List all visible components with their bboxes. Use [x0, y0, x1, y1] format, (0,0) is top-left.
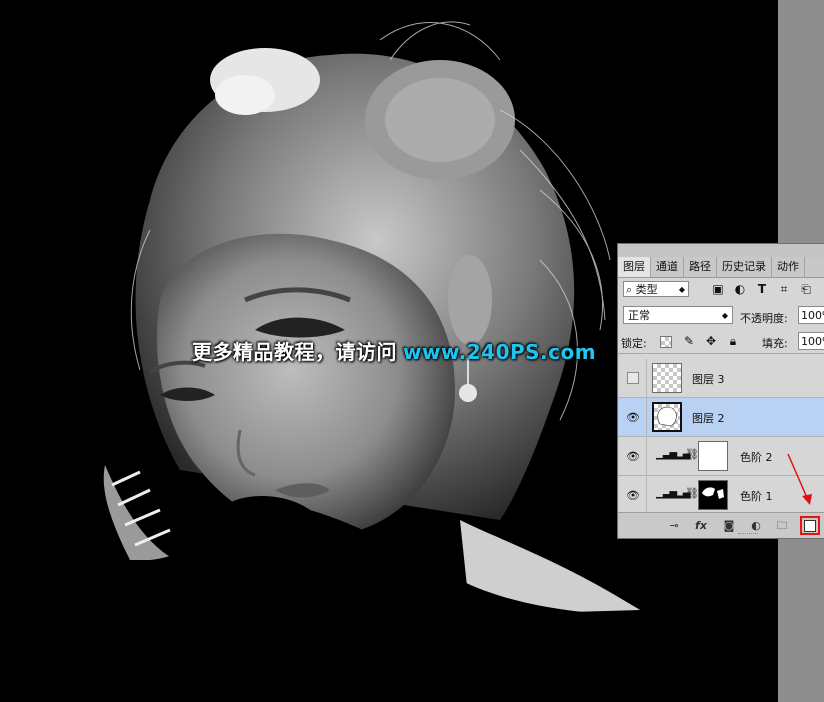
eye-icon: 👁︎ — [626, 450, 640, 463]
new-layer-button[interactable] — [800, 516, 820, 535]
tab-layers[interactable]: 图层 — [618, 257, 651, 277]
watermark-url: www.240PS.com — [403, 340, 597, 364]
layer-row-layer-2[interactable]: 👁︎ 图层 2 — [618, 398, 824, 437]
mask-thumbnail[interactable] — [698, 480, 728, 510]
adjustment-filter-icon[interactable]: ◐ — [733, 282, 747, 296]
tab-paths[interactable]: 路径 — [684, 257, 717, 277]
mask-shape — [702, 487, 724, 499]
lock-label: 锁定: — [621, 337, 647, 350]
filter-row: ⌕ 类型 ◆ ▣ ◐ T ⌗ ⎗ — [618, 278, 824, 302]
dropdown-arrow-icon: ◆ — [721, 311, 728, 320]
visibility-toggle[interactable]: 👁︎ — [618, 476, 647, 514]
tab-actions[interactable]: 动作 — [772, 257, 805, 277]
annotation-arrow — [787, 453, 812, 505]
lock-row: 锁定: ✎ ✥ 🔒︎ 填充: 100% — [618, 329, 824, 354]
fx-icon[interactable]: fx — [693, 518, 709, 534]
thumbnail-silhouette — [657, 406, 677, 427]
new-group-icon[interactable]: 🗀︎ — [774, 518, 790, 534]
eye-icon: 👁︎ — [626, 489, 640, 502]
smart-object-filter-icon[interactable]: ⎗ — [799, 282, 813, 296]
tab-channels[interactable]: 通道 — [651, 257, 684, 277]
mask-thumbnail[interactable] — [698, 441, 728, 471]
new-layer-icon — [804, 520, 816, 532]
panel-tabs: 图层 通道 路径 历史记录 动作 — [618, 257, 824, 278]
layer-thumbnail — [652, 402, 682, 432]
blend-row: 正常 ◆ 不透明度: 100% — [618, 303, 824, 327]
link-layers-icon[interactable]: ⊸ — [666, 518, 682, 534]
text-filter-icon[interactable]: T — [755, 282, 769, 296]
layer-name[interactable]: 图层 3 — [692, 371, 725, 387]
filter-type-label: 类型 — [635, 283, 658, 296]
blend-mode-select[interactable]: 正常 ◆ — [623, 306, 733, 324]
layer-name[interactable]: 色阶 2 — [740, 449, 773, 465]
tab-history[interactable]: 历史记录 — [717, 257, 772, 277]
watermark-chinese: 更多精品教程，请访问 — [192, 340, 397, 364]
adjustment-layer-icon[interactable]: ◐ — [748, 518, 764, 534]
layers-bottom-bar: ⊸ fx ◙ ◐ 🗀︎ — [618, 512, 824, 538]
add-mask-icon[interactable]: ◙ — [721, 518, 737, 534]
visibility-toggle[interactable]: 👁︎ — [618, 398, 647, 436]
opacity-label: 不透明度: — [740, 312, 788, 325]
lock-move-icon[interactable]: ✥ — [704, 334, 718, 348]
eye-icon: 👁︎ — [626, 411, 640, 424]
panel-header[interactable] — [618, 244, 824, 257]
watermark-text: 更多精品教程，请访问 www.240PS.com — [192, 336, 596, 365]
mask-link-icon[interactable]: ⛓︎ — [685, 487, 699, 500]
shape-filter-icon[interactable]: ⌗ — [777, 282, 791, 296]
layer-row-layer-3[interactable]: 图层 3 — [618, 359, 824, 398]
visibility-off-icon — [627, 372, 639, 384]
layer-name[interactable]: 图层 2 — [692, 410, 725, 426]
fill-field[interactable]: 100% — [798, 332, 824, 350]
fill-label: 填充: — [762, 337, 788, 350]
blend-mode-value: 正常 — [628, 309, 650, 322]
image-filter-icon[interactable]: ▣ — [711, 282, 725, 296]
panel-resize-grip[interactable] — [738, 533, 758, 537]
visibility-toggle[interactable]: 👁︎ — [618, 437, 647, 475]
filter-type-select[interactable]: ⌕ 类型 ◆ — [623, 281, 689, 297]
dropdown-arrow-icon: ◆ — [678, 285, 685, 294]
layer-thumbnail — [652, 363, 682, 393]
search-icon: ⌕ — [626, 283, 633, 296]
lock-paint-icon[interactable]: ✎ — [682, 334, 696, 348]
visibility-toggle[interactable] — [618, 359, 647, 397]
layer-name[interactable]: 色阶 1 — [740, 488, 773, 504]
opacity-field[interactable]: 100% — [798, 306, 824, 324]
mask-link-icon[interactable]: ⛓︎ — [685, 448, 699, 461]
lock-transparency-icon[interactable] — [660, 336, 672, 348]
lock-all-icon[interactable]: 🔒︎ — [726, 334, 740, 348]
